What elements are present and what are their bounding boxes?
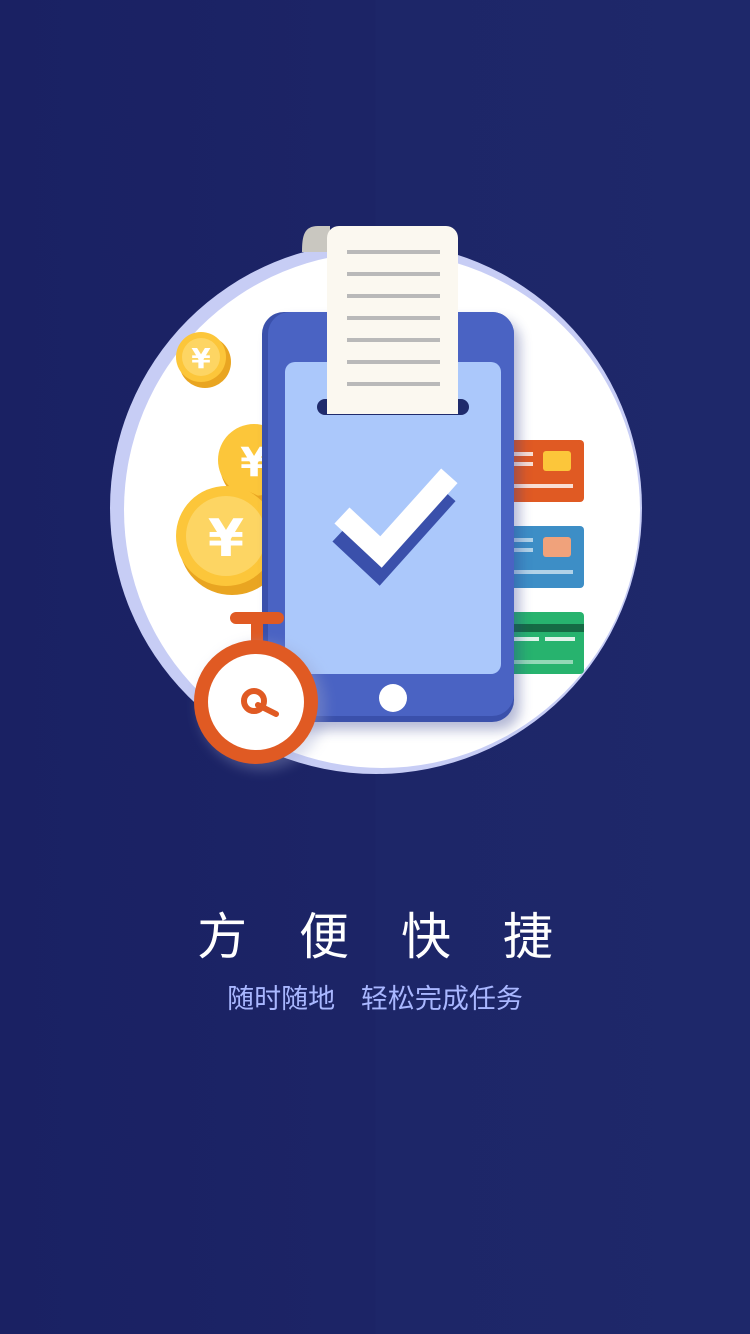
onboarding-screen: ¥ ¥ ¥ 方 便 快 捷 随时随地 轻松完成任务 [0,0,750,1334]
onboarding-subtitle: 随时随地 轻松完成任务 [227,984,523,1015]
onboarding-title: 方 便 快 捷 [197,908,571,966]
payment-illustration: ¥ ¥ ¥ [110,226,642,774]
svg-text:¥: ¥ [191,342,211,375]
svg-text:¥: ¥ [208,509,244,569]
